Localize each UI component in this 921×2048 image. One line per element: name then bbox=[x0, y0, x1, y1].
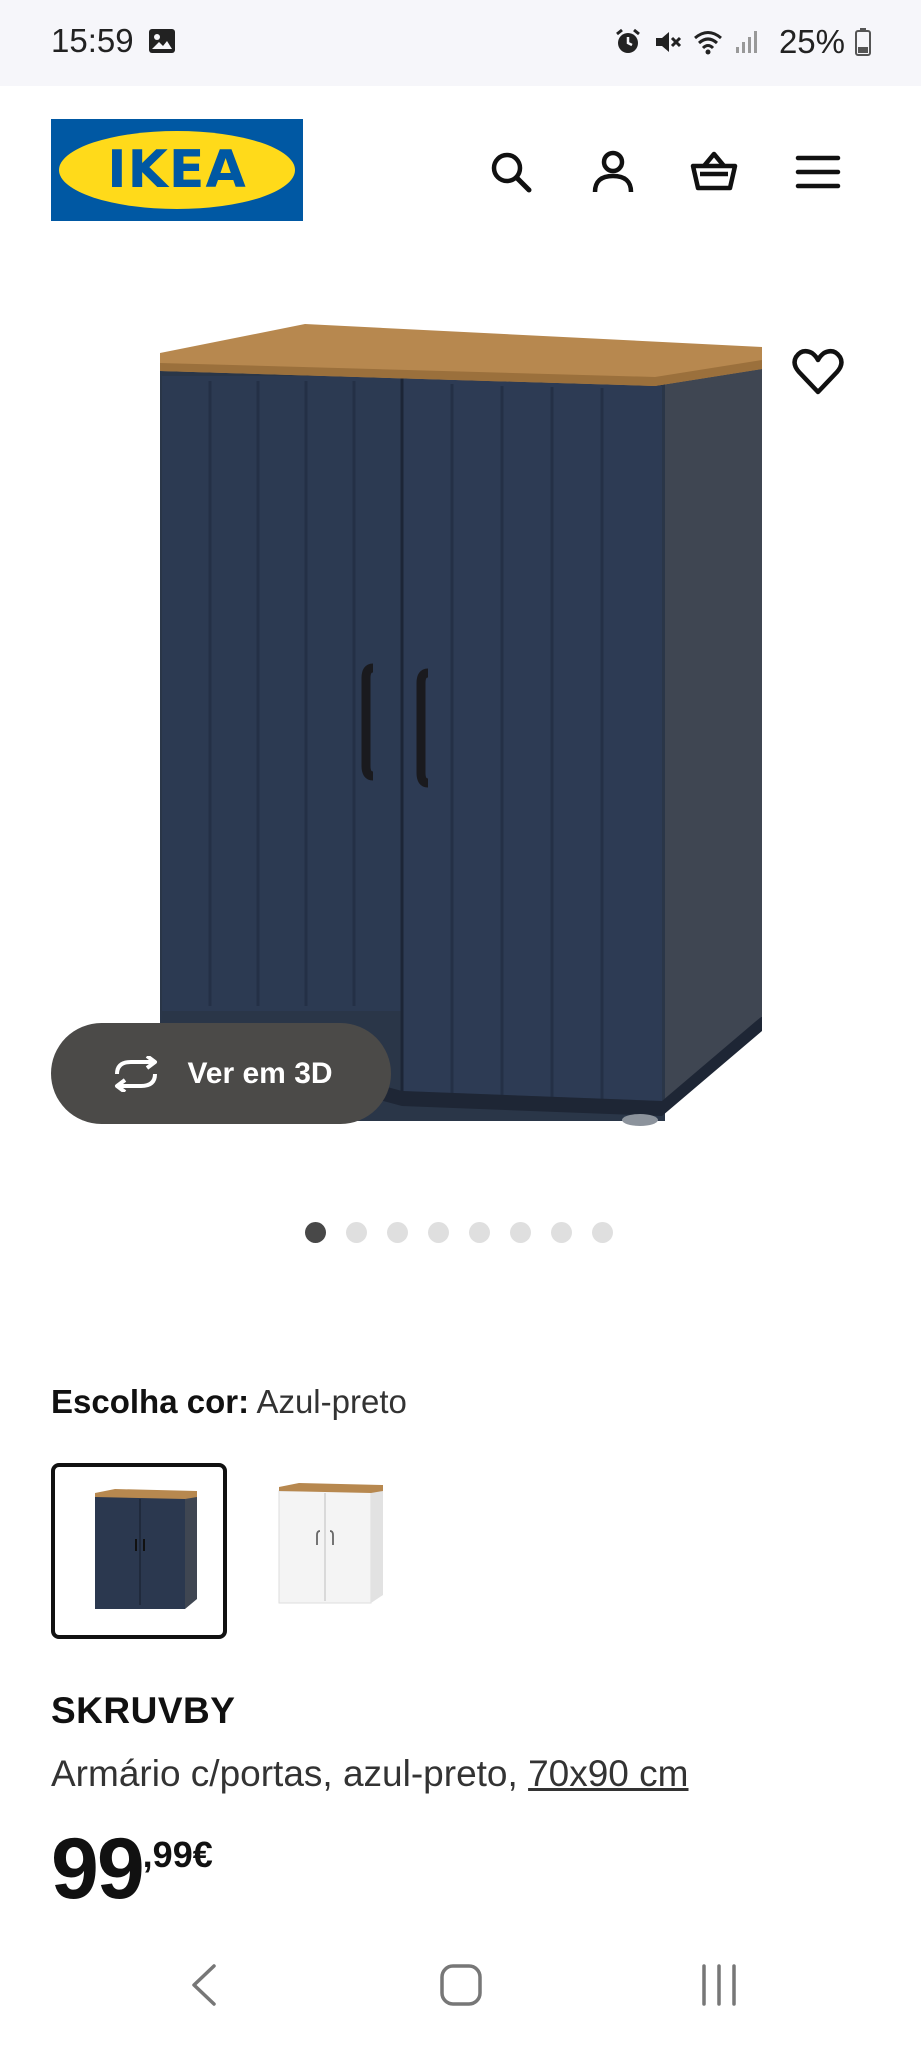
price-decimal: ,99€ bbox=[142, 1834, 213, 1875]
product-price: 99,99€ bbox=[51, 1820, 213, 1919]
color-choice-value: Azul-preto bbox=[256, 1383, 407, 1420]
color-choice: Escolha cor: Azul-preto bbox=[51, 1383, 407, 1421]
recents-icon[interactable] bbox=[694, 1960, 744, 2010]
wifi-icon bbox=[693, 31, 722, 55]
swatch-blue-black[interactable] bbox=[51, 1463, 227, 1639]
pagination-dot[interactable] bbox=[551, 1222, 572, 1243]
status-time: 15:59 bbox=[51, 22, 134, 59]
logo-text: IKEA bbox=[107, 140, 247, 200]
pagination-dot[interactable] bbox=[469, 1222, 490, 1243]
swatch-blue-black-image bbox=[95, 1489, 197, 1609]
status-bar: 15:59 25% bbox=[0, 0, 921, 86]
battery-percent: 25% bbox=[778, 23, 845, 60]
product-name: SKRUVBY bbox=[51, 1690, 236, 1731]
pagination-dot[interactable] bbox=[305, 1222, 326, 1243]
cart-icon[interactable] bbox=[690, 148, 738, 196]
app-header: IKEA bbox=[0, 86, 921, 256]
pagination-dot[interactable] bbox=[346, 1222, 367, 1243]
view-3d-button[interactable]: Ver em 3D bbox=[51, 1023, 391, 1124]
status-icons: 25% bbox=[613, 22, 871, 62]
pagination-dot[interactable] bbox=[387, 1222, 408, 1243]
home-icon[interactable] bbox=[436, 1960, 486, 2010]
product-description: Armário c/portas, azul-preto, 70x90 cm bbox=[51, 1753, 689, 1795]
product-description-text: Armário c/portas, azul-preto, bbox=[51, 1753, 518, 1794]
gallery-icon bbox=[149, 29, 175, 53]
mute-icon bbox=[655, 32, 681, 52]
color-choice-label: Escolha cor: bbox=[51, 1383, 250, 1420]
view-3d-label: Ver em 3D bbox=[187, 1056, 333, 1090]
pagination-dot[interactable] bbox=[428, 1222, 449, 1243]
account-icon[interactable] bbox=[589, 148, 637, 196]
menu-icon[interactable] bbox=[794, 148, 842, 196]
ikea-logo[interactable]: IKEA bbox=[51, 119, 303, 221]
pagination-dot[interactable] bbox=[510, 1222, 531, 1243]
favorite-heart-icon[interactable] bbox=[792, 348, 844, 396]
system-nav-bar bbox=[0, 1920, 921, 2048]
search-icon[interactable] bbox=[487, 148, 535, 196]
alarm-icon bbox=[616, 28, 640, 53]
signal-icon bbox=[735, 31, 757, 53]
product-size-link[interactable]: 70x90 cm bbox=[528, 1753, 688, 1794]
price-integer: 99 bbox=[51, 1821, 145, 1917]
rotate-3d-icon bbox=[115, 1055, 158, 1092]
swatch-white[interactable] bbox=[235, 1463, 411, 1639]
image-pagination[interactable] bbox=[305, 1222, 613, 1243]
pagination-dot[interactable] bbox=[592, 1222, 613, 1243]
swatch-white-image bbox=[278, 1483, 383, 1604]
battery-icon bbox=[855, 28, 871, 56]
back-icon[interactable] bbox=[180, 1960, 230, 2010]
